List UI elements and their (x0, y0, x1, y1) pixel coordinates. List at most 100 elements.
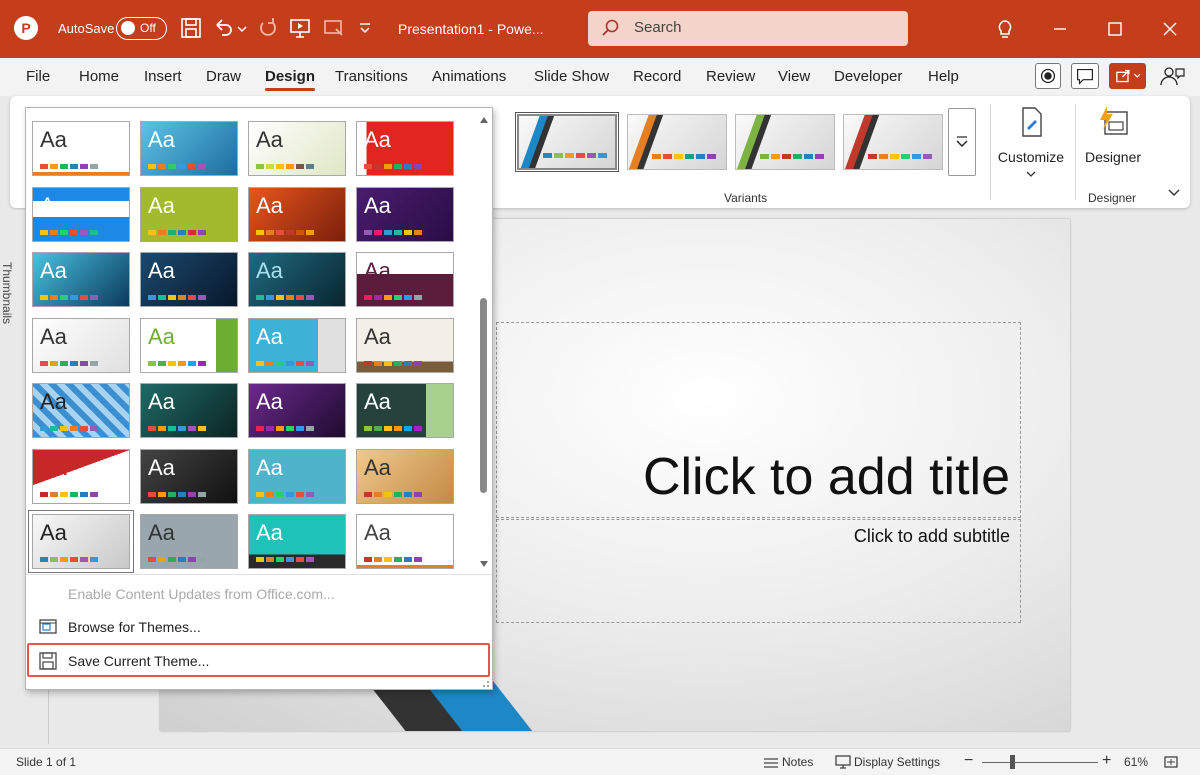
thumbnails-label[interactable]: Thumbnails (0, 262, 14, 324)
tab-slide-show[interactable]: Slide Show (534, 68, 609, 85)
tab-record[interactable]: Record (633, 68, 681, 85)
redo-icon[interactable] (255, 15, 281, 41)
document-title[interactable]: Presentation1 - Powe... (398, 21, 544, 37)
browse-for-themes-label: Browse for Themes... (68, 619, 201, 635)
fit-to-window-icon[interactable] (1162, 754, 1180, 770)
theme-thumbnail[interactable]: Aa (140, 121, 238, 176)
tab-developer[interactable]: Developer (834, 68, 902, 85)
theme-thumbnail[interactable]: Aa (356, 514, 454, 569)
theme-thumbnail[interactable]: Aa (356, 449, 454, 504)
theme-thumbnail[interactable]: Aa (32, 252, 130, 307)
ribbon-tabs: File Home Insert Draw Design Transitions… (0, 58, 1200, 96)
theme-sample-text: Aa (364, 324, 391, 349)
slide-counter[interactable]: Slide 1 of 1 (16, 755, 76, 769)
undo-dropdown-chevron-icon[interactable] (236, 15, 248, 41)
variant-thumbnail[interactable] (515, 112, 619, 172)
comments-button[interactable] (1071, 63, 1099, 89)
variants-group-label: Variants (724, 191, 768, 205)
share-button[interactable] (1109, 63, 1146, 89)
theme-thumbnail[interactable]: Aa (248, 318, 346, 373)
zoom-level[interactable]: 61% (1124, 755, 1148, 769)
theme-thumbnail[interactable]: Aa (356, 187, 454, 242)
scroll-up-icon[interactable] (478, 114, 490, 126)
designer-button[interactable]: Designer (1076, 102, 1150, 182)
variant-color-swatches (652, 154, 716, 159)
customize-label: Customize (997, 149, 1065, 165)
tab-draw[interactable]: Draw (206, 68, 241, 85)
variant-thumbnail[interactable] (843, 114, 943, 170)
designer-icon (1100, 106, 1128, 135)
zoom-slider-thumb[interactable] (1010, 755, 1015, 769)
theme-thumbnail[interactable]: Aa (248, 252, 346, 307)
theme-thumbnail[interactable]: Aa (32, 383, 130, 438)
theme-thumbnail[interactable]: Aa (140, 318, 238, 373)
theme-sample-text: Aa (40, 455, 67, 480)
subtitle-placeholder[interactable]: Click to add subtitle (496, 519, 1021, 623)
zoom-out-button[interactable]: − (964, 752, 973, 770)
theme-thumbnail[interactable]: Aa (32, 449, 130, 504)
save-icon[interactable] (178, 15, 204, 41)
variant-thumbnail[interactable] (627, 114, 727, 170)
tab-file[interactable]: File (26, 68, 50, 85)
gallery-scrollbar[interactable] (475, 110, 492, 572)
theme-thumbnail[interactable]: Aa (248, 449, 346, 504)
customize-button[interactable]: Customize (994, 102, 1068, 182)
coauthor-button[interactable] (1158, 63, 1186, 89)
theme-thumbnail[interactable]: Aa (356, 318, 454, 373)
tab-home[interactable]: Home (79, 68, 119, 85)
theme-thumbnail[interactable]: Aa (140, 252, 238, 307)
tab-help[interactable]: Help (928, 68, 959, 85)
theme-thumbnail[interactable]: Aa (28, 510, 134, 573)
present-from-beginning-icon[interactable] (287, 15, 313, 41)
collapse-ribbon-icon[interactable] (1166, 184, 1182, 200)
theme-sample-text: Aa (364, 389, 391, 414)
theme-thumbnail[interactable]: Aa (248, 121, 346, 176)
resize-grip-icon[interactable] (478, 676, 490, 688)
people-icon (1160, 67, 1185, 86)
customize-toolbar-icon[interactable] (356, 15, 374, 41)
theme-thumbnail[interactable]: Aa (356, 121, 454, 176)
display-settings-button[interactable]: Display Settings (854, 755, 940, 769)
title-placeholder[interactable]: Click to add title (496, 322, 1021, 518)
theme-thumbnail[interactable]: Aa (248, 187, 346, 242)
tab-insert[interactable]: Insert (144, 68, 182, 85)
tab-transitions[interactable]: Transitions (335, 68, 408, 85)
theme-thumbnail[interactable]: Aa (140, 449, 238, 504)
designer-label: Designer (1084, 149, 1142, 165)
scroll-thumb[interactable] (480, 298, 487, 493)
record-button[interactable] (1035, 63, 1061, 89)
theme-thumbnail[interactable]: Aa (356, 383, 454, 438)
autosave-label: AutoSave (58, 21, 115, 36)
maximize-icon[interactable] (1100, 14, 1130, 44)
theme-sample-text: Aa (256, 127, 283, 152)
theme-thumbnail[interactable]: Aa (32, 187, 130, 242)
variants-more-button[interactable] (948, 108, 976, 176)
theme-thumbnail[interactable]: Aa (248, 514, 346, 569)
tab-design[interactable]: Design (265, 68, 316, 91)
theme-thumbnail[interactable]: Aa (248, 383, 346, 438)
theme-thumbnail[interactable]: Aa (356, 252, 454, 307)
notes-button[interactable]: Notes (782, 755, 813, 769)
theme-thumbnail[interactable]: Aa (140, 187, 238, 242)
slideshow-icon[interactable] (321, 15, 347, 41)
lightbulb-icon[interactable] (990, 14, 1020, 44)
zoom-in-button[interactable]: + (1102, 752, 1111, 770)
tab-animations[interactable]: Animations (432, 68, 506, 85)
autosave-toggle[interactable]: Off (116, 17, 167, 40)
theme-sample-text: Aa (256, 455, 283, 480)
tab-review[interactable]: Review (706, 68, 755, 85)
tab-view[interactable]: View (778, 68, 810, 85)
theme-thumbnail[interactable]: Aa (140, 514, 238, 569)
minimize-icon[interactable] (1045, 14, 1075, 44)
theme-thumbnail[interactable]: Aa (32, 121, 130, 176)
browse-for-themes-item[interactable]: Browse for Themes... (26, 611, 492, 643)
theme-thumbnail[interactable]: Aa (140, 383, 238, 438)
undo-icon[interactable] (210, 15, 236, 41)
close-icon[interactable] (1155, 14, 1185, 44)
theme-sample-text: Aa (364, 193, 391, 218)
search-box[interactable]: Search (588, 11, 908, 46)
theme-thumbnail[interactable]: Aa (32, 318, 130, 373)
variant-thumbnail[interactable] (735, 114, 835, 170)
zoom-slider[interactable] (982, 762, 1098, 763)
scroll-down-icon[interactable] (478, 558, 490, 570)
